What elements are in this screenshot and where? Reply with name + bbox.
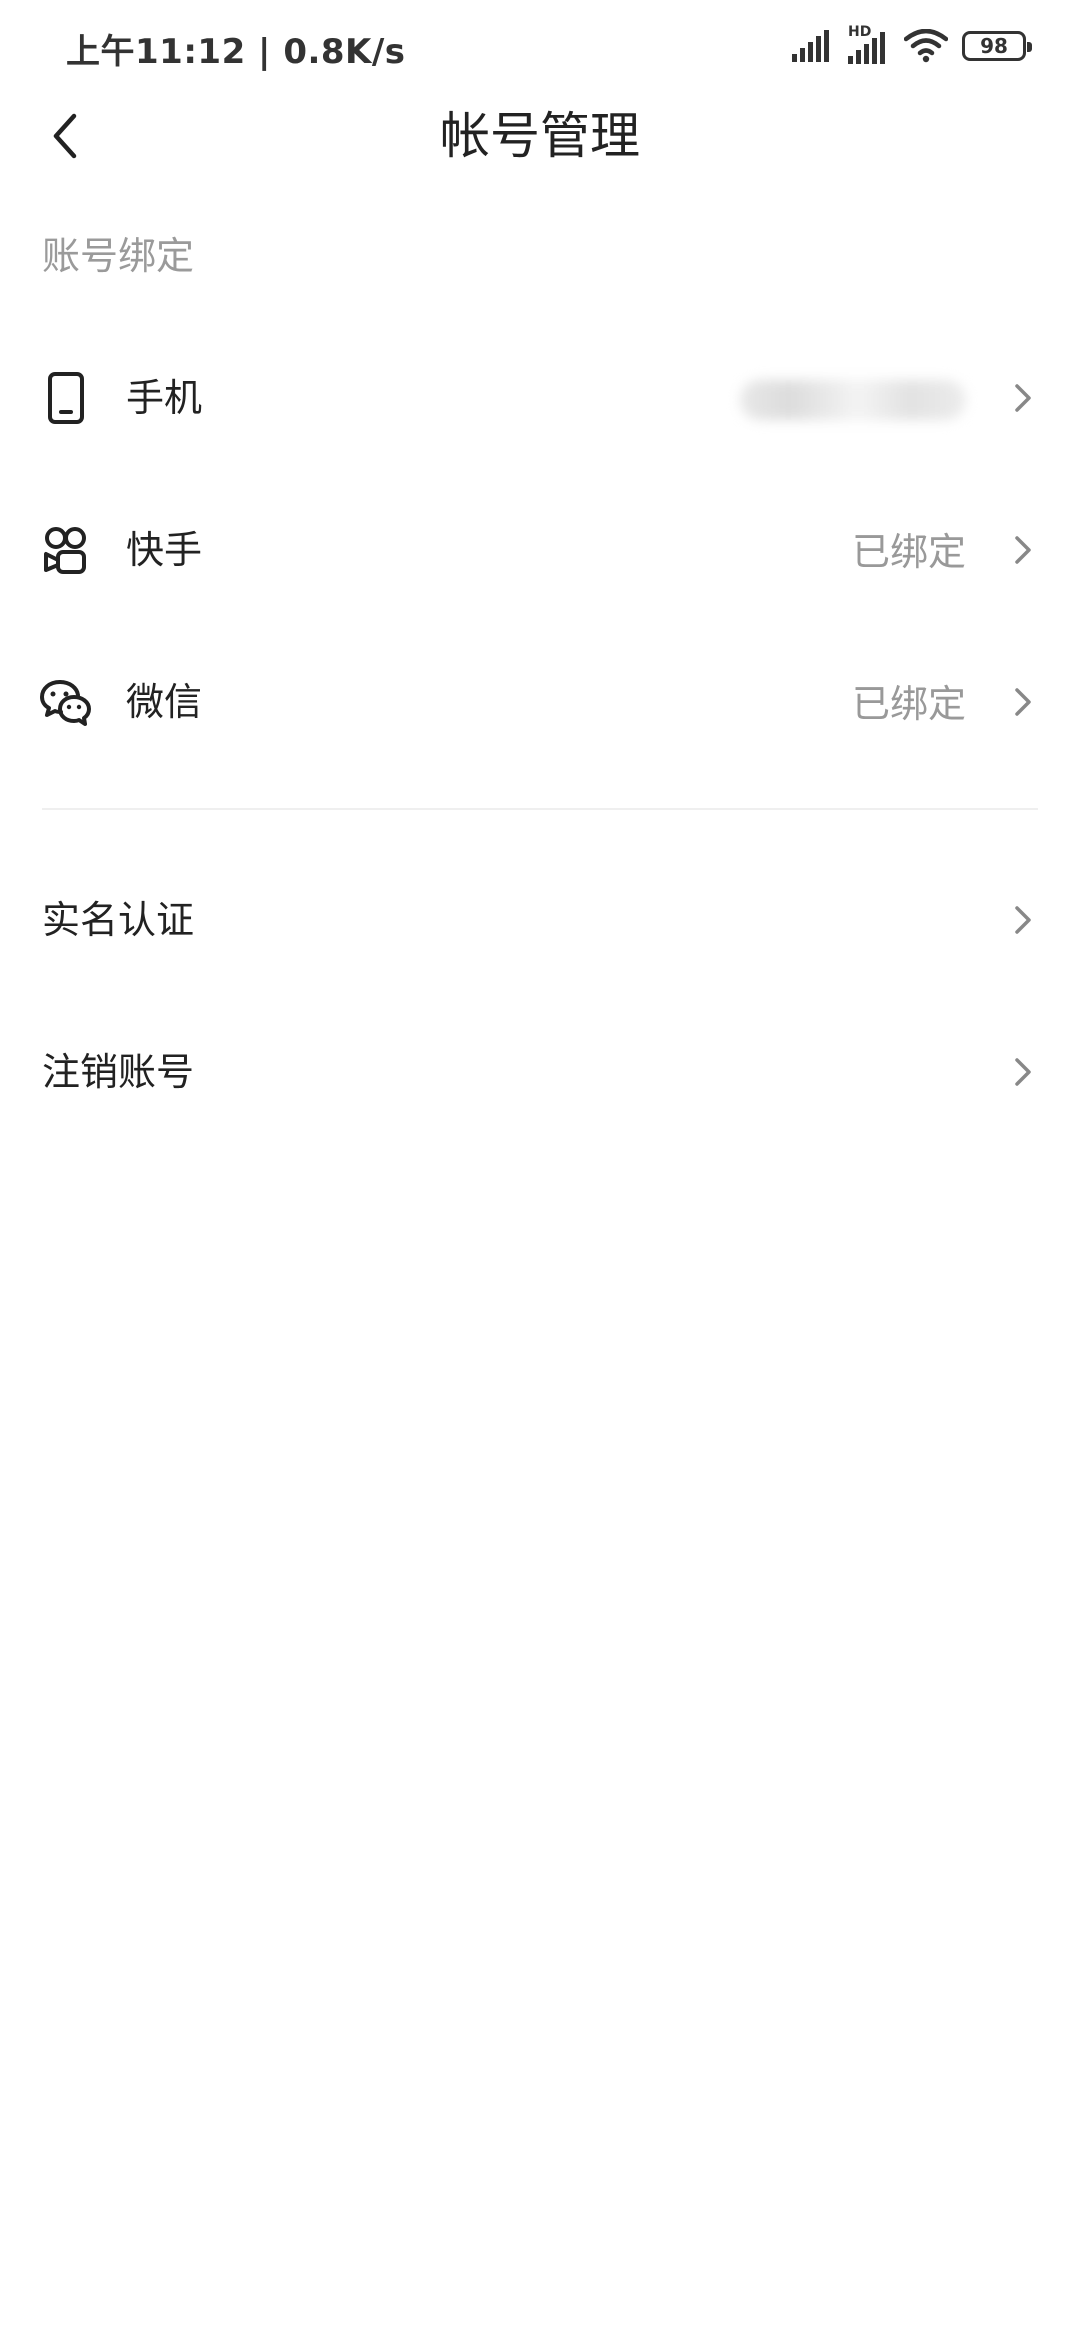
signal-icon	[792, 30, 834, 62]
signal-hd-icon: HD	[848, 24, 890, 64]
wechat-icon	[40, 672, 92, 732]
phone-binding-row[interactable]: 手机	[0, 328, 1080, 468]
chevron-right-icon	[1002, 682, 1042, 722]
chevron-right-icon	[1002, 1052, 1042, 1092]
chevron-right-icon	[1002, 378, 1042, 418]
battery-icon: 98	[962, 31, 1032, 61]
page-title: 帐号管理	[440, 107, 640, 165]
status-time: 上午11:12 | 0.8K/s	[66, 32, 406, 72]
chevron-right-icon	[1002, 530, 1042, 570]
chevron-right-icon	[1002, 900, 1042, 940]
kuaishou-binding-row[interactable]: 快手 已绑定	[0, 480, 1080, 620]
nav-bar: 帐号管理	[0, 96, 1080, 180]
row-label: 快手	[126, 528, 203, 572]
section-header: 账号绑定	[42, 234, 195, 278]
kuaishou-icon	[40, 520, 92, 580]
section-divider	[42, 808, 1038, 810]
status-bar: 上午11:12 | 0.8K/s HD 98	[0, 0, 1080, 96]
status-icons: HD 98	[792, 24, 1032, 66]
wechat-binding-row[interactable]: 微信 已绑定	[0, 632, 1080, 772]
phone-icon	[40, 368, 92, 428]
row-label: 注销账号	[42, 1050, 195, 1094]
wifi-icon	[904, 29, 948, 63]
binding-status: 已绑定	[851, 530, 966, 574]
battery-level: 98	[980, 34, 1008, 58]
delete-account-row[interactable]: 注销账号	[0, 1002, 1080, 1142]
row-label: 微信	[126, 680, 203, 724]
row-label: 实名认证	[42, 898, 195, 942]
binding-status: 已绑定	[851, 682, 966, 726]
real-name-verification-row[interactable]: 实名认证	[0, 850, 1080, 990]
row-label: 手机	[126, 376, 203, 420]
phone-number-value	[740, 380, 966, 420]
